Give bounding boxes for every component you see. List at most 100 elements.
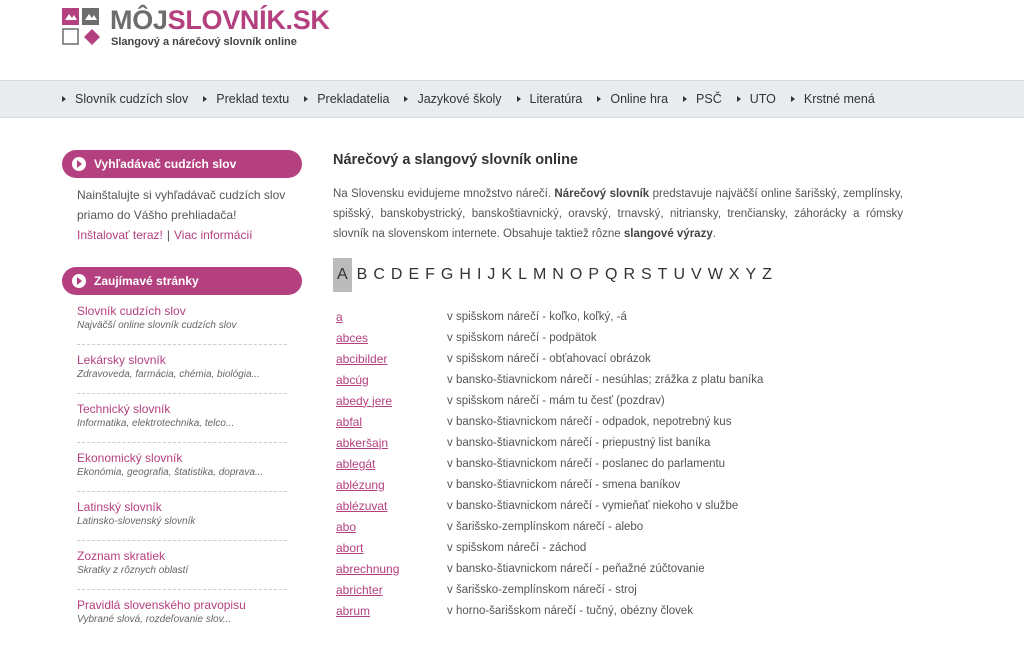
site-logo-icon[interactable]: [62, 8, 102, 48]
word-meaning: v bansko-štiavnickom nárečí - poslanec d…: [447, 457, 726, 470]
interesting-page-desc: Informatika, elektrotechnika, telco...: [77, 418, 235, 429]
letter-link-q[interactable]: Q: [602, 258, 620, 292]
letter-link-d[interactable]: D: [388, 258, 406, 292]
nav-item-label: Jazykové školy: [417, 92, 502, 106]
word-link[interactable]: abedy jere: [333, 394, 447, 408]
letter-link-l[interactable]: L: [515, 258, 530, 292]
word-link[interactable]: abcúg: [333, 373, 447, 387]
triangle-bullet-icon: [516, 96, 521, 102]
interesting-pages-list: Slovník cudzích slov Najväčší online slov…: [77, 303, 287, 638]
nav-item[interactable]: Slovník cudzích slov: [62, 92, 188, 106]
nav-item[interactable]: UTO: [736, 92, 776, 106]
letter-link-k[interactable]: K: [498, 258, 515, 292]
interesting-pages-title: Zaujímavé stránky: [94, 274, 199, 288]
word-meaning: v bansko-štiavnickom nárečí - odpadok, n…: [447, 415, 732, 428]
word-link[interactable]: abkeršajn: [333, 436, 447, 450]
word-row: abort v spišskom nárečí - záchod: [333, 537, 903, 558]
interesting-page-link[interactable]: Zoznam skratiek: [77, 548, 287, 564]
letter-link-n[interactable]: N: [549, 258, 567, 292]
word-row: av spišskom nárečí - koľko, koľký, -á: [333, 306, 903, 327]
installer-box-text: Nainštalujte si vyhľadávač cudzích slov …: [77, 188, 286, 222]
word-link[interactable]: ablegát: [333, 457, 447, 471]
nav-item[interactable]: Online hra: [597, 92, 668, 106]
word-meaning: v šarišsko-zemplínskom nárečí - alebo: [447, 520, 644, 533]
letter-link-g[interactable]: G: [438, 258, 456, 292]
interesting-page-link[interactable]: Latinský slovník: [77, 499, 287, 515]
nav-item-label: UTO: [749, 92, 776, 106]
word-link[interactable]: a: [333, 310, 447, 324]
letter-link-e[interactable]: E: [405, 258, 422, 292]
nav-item[interactable]: Prekladatelia: [304, 92, 389, 106]
interesting-pages-header: Zaujímavé stránky: [62, 267, 302, 295]
letter-link-m[interactable]: M: [530, 258, 549, 292]
interesting-page-link[interactable]: Slovník cudzích slov: [77, 303, 287, 319]
letter-link-h[interactable]: H: [456, 258, 474, 292]
triangle-bullet-icon: [790, 96, 795, 102]
interesting-page-link[interactable]: Pravidlá slovenského pravopisu: [77, 597, 287, 613]
word-meaning: v spišskom nárečí - podpätok: [447, 331, 597, 344]
interesting-page-item: Lekársky slovník Zdravoveda, farmácia, ch…: [77, 352, 287, 394]
word-link[interactable]: abcibilder: [333, 352, 447, 366]
install-now-link[interactable]: Inštalovať teraz!: [77, 228, 163, 242]
triangle-bullet-icon: [404, 96, 409, 102]
word-row: ablézung v bansko-štiavnickom nárečí - sm…: [333, 474, 903, 495]
letter-link-j[interactable]: J: [484, 258, 498, 292]
letter-link-b[interactable]: B: [354, 258, 371, 292]
nav-item[interactable]: Jazykové školy: [404, 92, 502, 106]
intro-paragraph: Na Slovensku evidujeme množstvo nárečí. …: [333, 184, 903, 244]
word-meaning: v bansko-štiavnickom nárečí - vymieňať n…: [447, 499, 739, 512]
nav-item[interactable]: Preklad textu: [203, 92, 289, 106]
letter-link-w[interactable]: W: [705, 258, 726, 292]
word-link[interactable]: abrechnung: [333, 562, 447, 576]
letter-link-a[interactable]: A: [333, 258, 352, 292]
letter-link-z[interactable]: Z: [759, 258, 775, 292]
word-link[interactable]: abo: [333, 520, 447, 534]
letter-link-c[interactable]: C: [370, 258, 388, 292]
intro-bold-2: slangové výrazy: [623, 228, 713, 240]
intro-text-3: .: [712, 228, 716, 240]
alphabet-filter: ABCDEFGHIJKLMNOPQRSTUVWXYZ: [333, 258, 903, 292]
letter-link-t[interactable]: T: [655, 258, 671, 292]
nav-item[interactable]: Literatúra: [516, 92, 582, 106]
sidebar: Vyhľadávač cudzích slov Nainštalujte si …: [62, 150, 302, 645]
letter-link-x[interactable]: X: [726, 258, 743, 292]
word-row: abcúg v bansko-štiavnickom nárečí - nesúh…: [333, 369, 903, 390]
word-row: abedy jere v spišskom nárečí - mám tu čes…: [333, 390, 903, 411]
triangle-bullet-icon: [683, 96, 688, 102]
nav-item[interactable]: Krstné mená: [790, 92, 875, 106]
more-info-link[interactable]: Viac informácií: [174, 228, 252, 242]
nav-list: Slovník cudzích slov Preklad textu Preklad…: [62, 81, 890, 117]
interesting-page-link[interactable]: Lekársky slovník: [77, 352, 287, 368]
letter-link-p[interactable]: P: [585, 258, 602, 292]
word-link[interactable]: ablézuvat: [333, 499, 447, 513]
interesting-page-link[interactable]: Technický slovník: [77, 401, 287, 417]
word-link[interactable]: abces: [333, 331, 447, 345]
site-subtitle: Slangový a nárečový slovník online: [111, 36, 297, 48]
letter-link-s[interactable]: S: [638, 258, 655, 292]
letter-link-r[interactable]: R: [620, 258, 638, 292]
nav-item-label: PSČ: [696, 92, 722, 106]
interesting-page-desc: Najväčší online slovník cudzích slov: [77, 320, 237, 331]
word-link[interactable]: abort: [333, 541, 447, 555]
letter-link-i[interactable]: I: [474, 258, 484, 292]
word-link[interactable]: abrichter: [333, 583, 447, 597]
letter-link-y[interactable]: Y: [742, 258, 759, 292]
word-link[interactable]: abfal: [333, 415, 447, 429]
word-link[interactable]: abrum: [333, 604, 447, 618]
letter-link-v[interactable]: V: [688, 258, 705, 292]
word-meaning: v horno-šarišskom nárečí - tučný, obézny…: [447, 604, 694, 617]
interesting-page-item: Technický slovník Informatika, elektrotec…: [77, 401, 287, 443]
nav-item-label: Preklad textu: [216, 92, 290, 106]
letter-link-u[interactable]: U: [670, 258, 688, 292]
page-heading: Nárečový a slangový slovník online: [333, 152, 578, 168]
word-link[interactable]: ablézung: [333, 478, 447, 492]
word-meaning: v šarišsko-zemplínskom nárečí - stroj: [447, 583, 637, 596]
letter-link-f[interactable]: F: [422, 258, 438, 292]
letter-link-o[interactable]: O: [567, 258, 585, 292]
nav-item[interactable]: PSČ: [683, 92, 722, 106]
interesting-page-link[interactable]: Ekonomický slovník: [77, 450, 287, 466]
installer-box-title: Vyhľadávač cudzích slov: [94, 157, 237, 171]
site-title[interactable]: MÔJSLOVNÍK.SK: [110, 4, 330, 36]
triangle-bullet-icon: [597, 96, 602, 102]
intro-bold-1: Nárečový slovník: [554, 188, 650, 200]
